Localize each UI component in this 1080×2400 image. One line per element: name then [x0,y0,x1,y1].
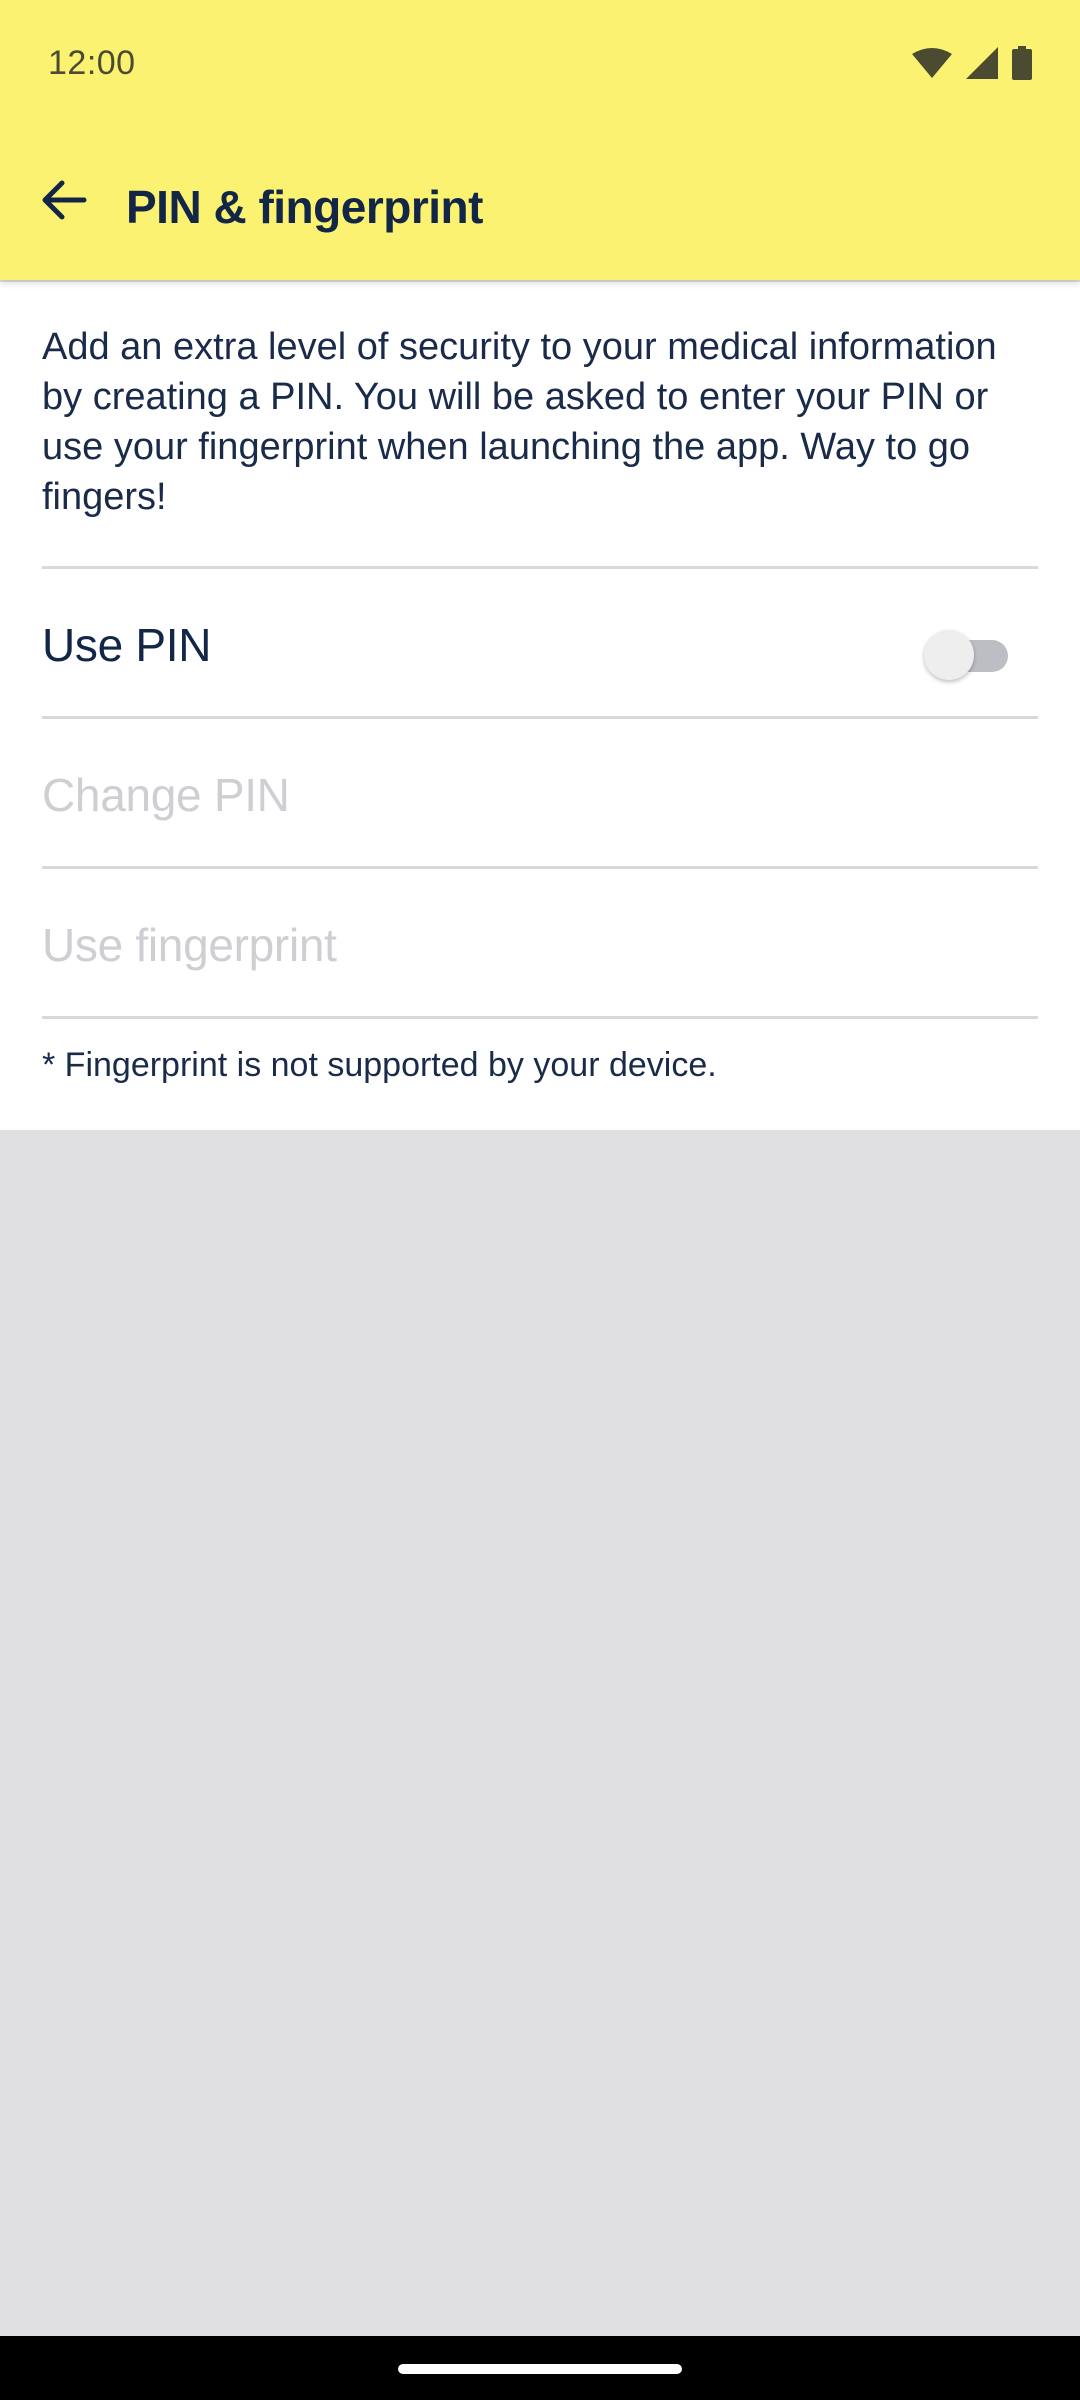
cell-signal-icon [966,47,998,79]
divider [42,716,1038,719]
home-gesture-handle[interactable] [398,2364,682,2374]
settings-panel: Add an extra level of security to your m… [0,282,1080,1130]
use-fingerprint-item[interactable]: Use fingerprint [42,918,337,972]
change-pin-item[interactable]: Change PIN [42,768,290,822]
system-navigation-bar [0,2336,1080,2400]
battery-icon [1012,46,1032,80]
page-title: PIN & fingerprint [126,181,483,233]
divider [42,1016,1038,1019]
wifi-icon [912,48,952,78]
arrow-back-icon [40,178,88,227]
app-header: 12:00 PIN & fingerprint [0,0,1080,280]
screen: 12:00 PIN & fingerprint Add an extra lev… [0,0,1080,2400]
toggle-thumb [924,630,974,680]
fingerprint-footnote: * Fingerprint is not supported by your d… [42,1046,717,1084]
back-button[interactable] [28,166,100,238]
status-icons [912,46,1032,80]
divider [42,866,1038,869]
use-pin-label: Use PIN [42,619,212,671]
status-time: 12:00 [48,44,136,82]
divider [42,566,1038,569]
intro-text: Add an extra level of security to your m… [42,326,997,518]
use-pin-toggle[interactable] [924,622,1012,682]
